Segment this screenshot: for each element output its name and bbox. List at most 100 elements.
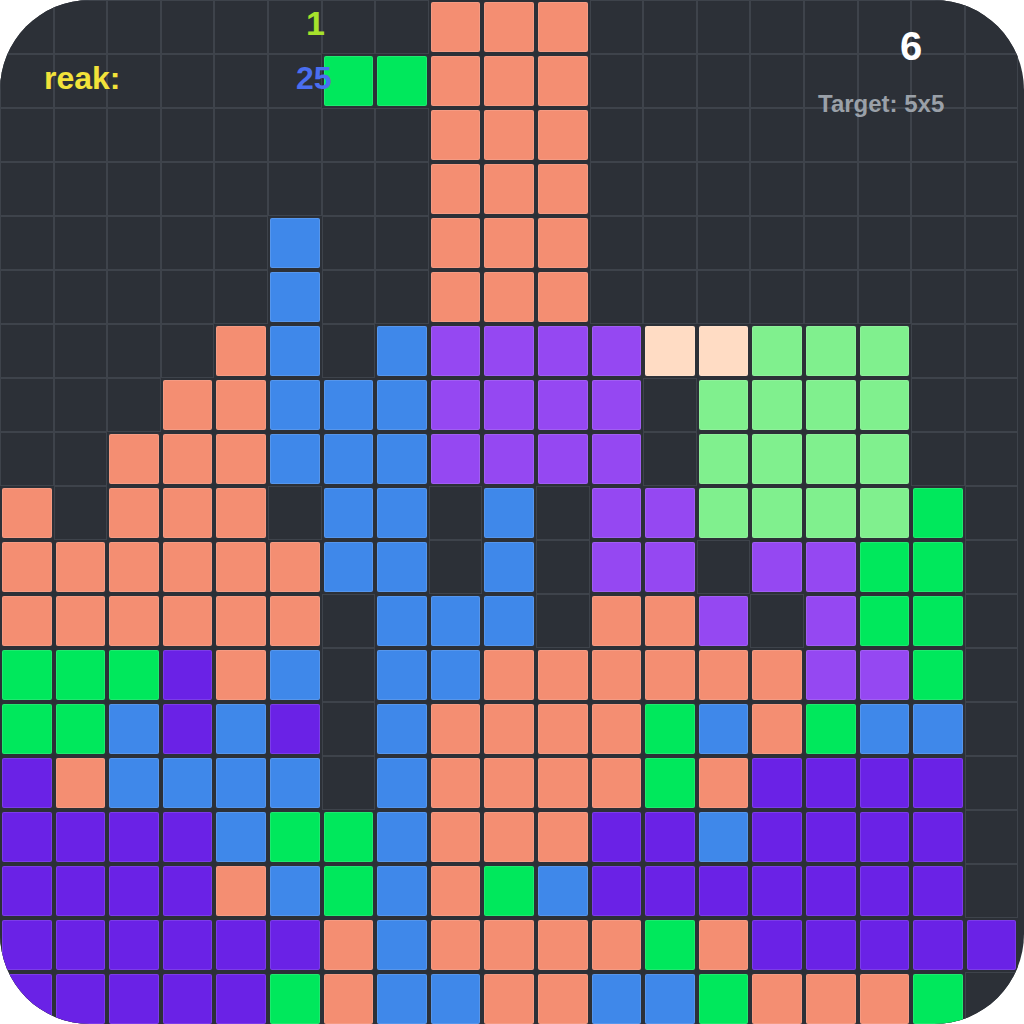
board-cell [590,756,644,810]
empty-cell [214,0,268,54]
empty-cell [965,162,1019,216]
empty-cell [54,270,108,324]
empty-cell [268,108,322,162]
board-cell [804,486,858,540]
board-cell [429,918,483,972]
empty-cell [643,54,697,108]
board-cell [482,540,536,594]
board-cell [590,648,644,702]
board-cell [429,648,483,702]
empty-cell [804,270,858,324]
empty-cell [750,594,804,648]
empty-cell [322,648,376,702]
board-cell [697,972,751,1024]
empty-cell [804,108,858,162]
board-cell [643,540,697,594]
empty-cell [697,54,751,108]
board-cell [536,162,590,216]
board-cell [590,810,644,864]
empty-cell [965,810,1019,864]
board-cell [375,756,429,810]
board-cell [536,216,590,270]
board-cell [322,540,376,594]
empty-cell [750,216,804,270]
board-cell [214,648,268,702]
board-cell [429,594,483,648]
board-cell [0,540,54,594]
board-cell [375,864,429,918]
empty-cell [858,216,912,270]
board-cell [858,864,912,918]
board-cell [268,270,322,324]
board-cell [750,864,804,918]
board-cell [107,918,161,972]
empty-cell [429,540,483,594]
empty-cell [697,216,751,270]
empty-cell [965,540,1019,594]
board-cell [214,594,268,648]
empty-cell [697,108,751,162]
board-cell [107,594,161,648]
board-cell [643,702,697,756]
empty-cell [536,540,590,594]
board-cell [643,486,697,540]
board-cell [375,54,429,108]
empty-cell [858,108,912,162]
board-cell [804,648,858,702]
empty-cell [375,108,429,162]
board-cell [536,648,590,702]
board-cell [697,324,751,378]
board-cell [536,378,590,432]
board-cell [590,540,644,594]
empty-cell [322,594,376,648]
empty-cell [54,216,108,270]
board-cell [375,486,429,540]
board-cell [482,864,536,918]
board-cell [536,918,590,972]
board-cell [214,378,268,432]
board-cell [804,864,858,918]
board-cell [0,972,54,1024]
empty-cell [911,216,965,270]
board-cell [804,378,858,432]
board-cell [482,648,536,702]
empty-cell [214,216,268,270]
board-cell [482,378,536,432]
board-cell [858,594,912,648]
empty-cell [750,270,804,324]
board-cell [804,540,858,594]
board-cell [54,594,108,648]
board-cell [161,918,215,972]
board-cell [375,702,429,756]
empty-cell [375,162,429,216]
empty-cell [697,540,751,594]
empty-cell [643,108,697,162]
empty-cell [322,324,376,378]
board-cell [858,972,912,1024]
empty-cell [965,108,1019,162]
board-cell [429,216,483,270]
board-cell [750,918,804,972]
board-cell [590,918,644,972]
board-cell [375,378,429,432]
empty-cell [965,270,1019,324]
empty-cell [107,162,161,216]
board-cell [482,918,536,972]
board-cell [482,810,536,864]
board-cell [375,972,429,1024]
app: 1reak:256Target: 5x5 [0,0,1024,1024]
board-cell [482,594,536,648]
board-cell [911,594,965,648]
board-cell [107,648,161,702]
board-cell [107,486,161,540]
board-cell [107,810,161,864]
empty-cell [214,108,268,162]
empty-cell [322,162,376,216]
board-cell [214,486,268,540]
board-cell [429,162,483,216]
empty-cell [161,108,215,162]
board-cell [429,702,483,756]
empty-cell [965,54,1019,108]
board-cell [590,432,644,486]
level-text: 1 [306,6,325,40]
